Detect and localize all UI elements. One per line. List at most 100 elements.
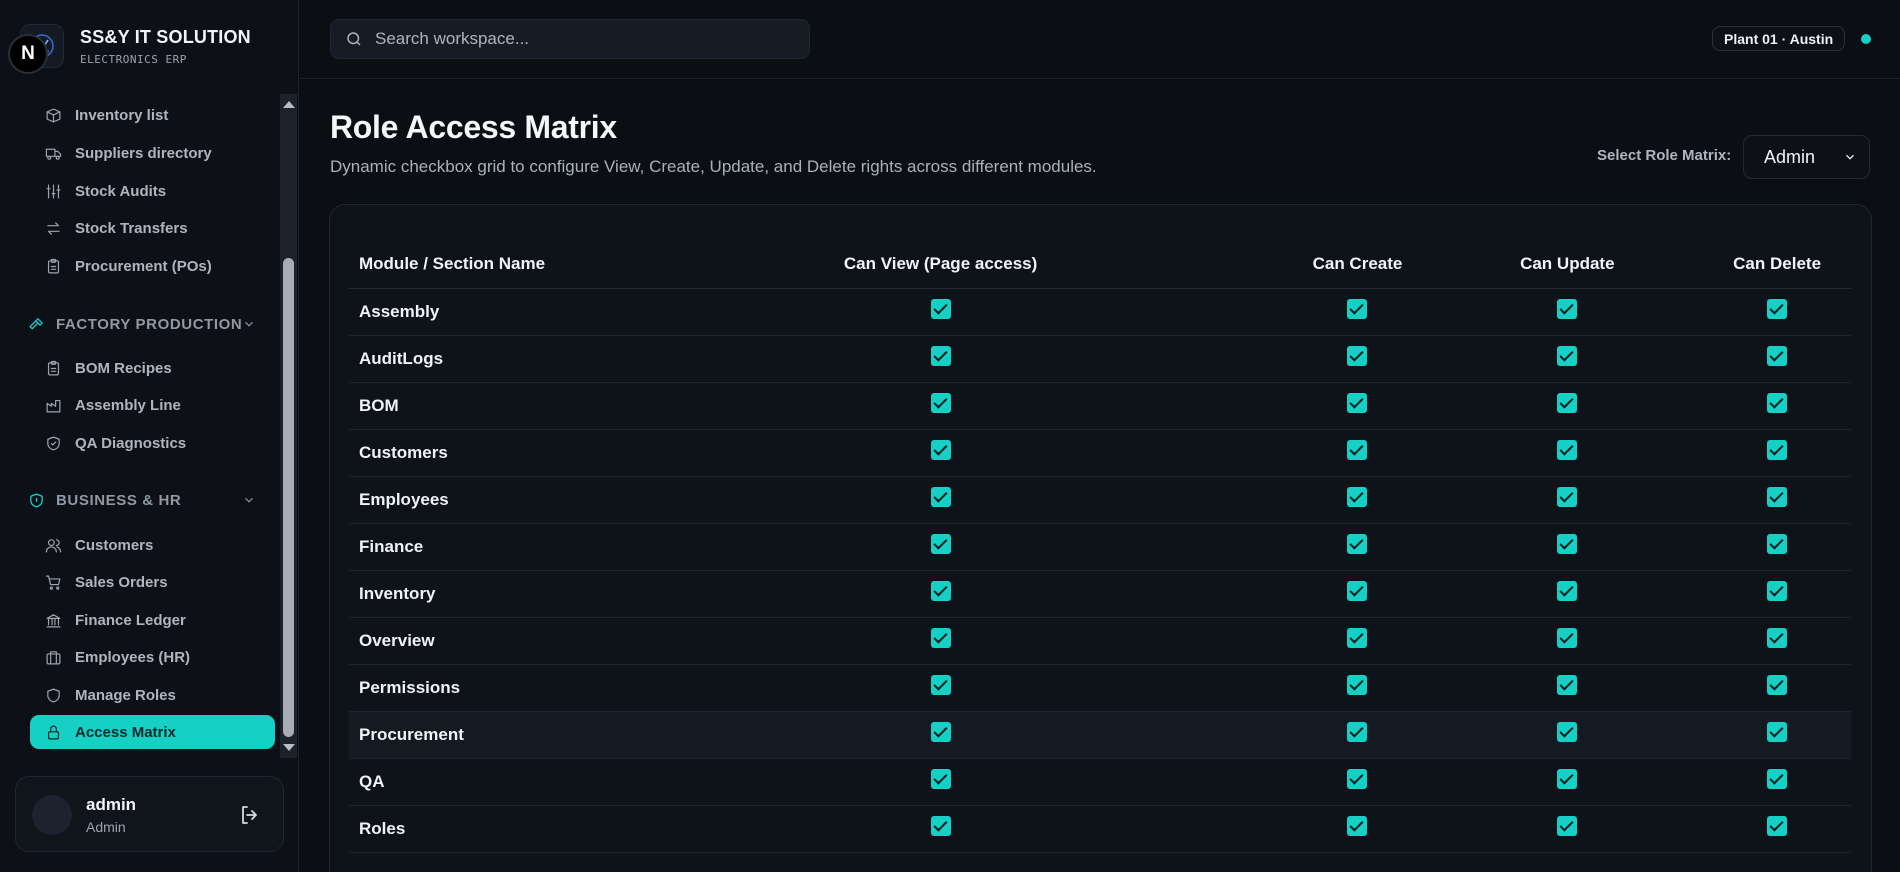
checkbox-delete[interactable] [1767, 440, 1788, 461]
checkbox-delete[interactable] [1767, 487, 1788, 508]
checkbox-create[interactable] [1347, 299, 1368, 320]
sidebar-item-procurement[interactable]: Procurement (POs) [30, 249, 275, 283]
sidebar-item-sales-orders[interactable]: Sales Orders [30, 565, 275, 599]
search-icon [347, 32, 361, 46]
checkbox-update[interactable] [1557, 346, 1578, 367]
table-header-row: Module / Section Name Can View (Page acc… [349, 241, 1851, 289]
checkbox-view[interactable] [930, 440, 951, 461]
sidebar-item-label: Manage Roles [75, 686, 176, 704]
checkbox-create[interactable] [1347, 534, 1368, 555]
checkbox-view[interactable] [930, 816, 951, 837]
checkbox-create[interactable] [1347, 675, 1368, 696]
package-icon [46, 108, 61, 122]
section-business-hr[interactable]: BUSINESS & HR [28, 485, 268, 515]
logout-icon[interactable] [238, 803, 262, 827]
checkbox-update[interactable] [1557, 299, 1578, 320]
cell-create [1283, 758, 1432, 806]
sidebar-item-employees[interactable]: Employees (HR) [30, 640, 275, 674]
cell-view [597, 382, 1284, 430]
checkbox-create[interactable] [1347, 581, 1368, 602]
sidebar-item-suppliers[interactable]: Suppliers directory [30, 136, 275, 170]
sidebar-item-customers[interactable]: Customers [30, 528, 275, 562]
checkbox-view[interactable] [930, 675, 951, 696]
checkbox-view[interactable] [930, 722, 951, 743]
checkbox-create[interactable] [1347, 393, 1368, 414]
checkbox-view[interactable] [930, 534, 951, 555]
sidebar-item-manage-roles[interactable]: Manage Roles [30, 678, 275, 712]
checkbox-delete[interactable] [1767, 581, 1788, 602]
checkbox-create[interactable] [1347, 722, 1368, 743]
sidebar-item-inventory-list[interactable]: Inventory list [30, 98, 275, 132]
sidebar-item-stock-transfers[interactable]: Stock Transfers [30, 211, 275, 245]
search-box[interactable] [330, 19, 810, 59]
checkbox-delete[interactable] [1767, 346, 1788, 367]
checkbox-update[interactable] [1557, 722, 1578, 743]
cell-delete [1703, 429, 1851, 477]
cart-icon [45, 575, 61, 590]
checkbox-delete[interactable] [1767, 299, 1788, 320]
sidebar-item-stock-audits[interactable]: Stock Audits [30, 174, 275, 208]
checkbox-delete[interactable] [1767, 393, 1788, 414]
cell-view [597, 758, 1284, 806]
checkbox-update[interactable] [1557, 487, 1578, 508]
sidebar-scrollbar[interactable] [280, 94, 297, 758]
scroll-thumb[interactable] [283, 258, 294, 737]
hammer-icon [29, 317, 43, 329]
checkbox-update[interactable] [1557, 440, 1578, 461]
checkbox-view[interactable] [930, 487, 951, 508]
cell-view [597, 288, 1284, 336]
sidebar-item-finance-ledger[interactable]: Finance Ledger [30, 603, 275, 637]
checkbox-create[interactable] [1347, 769, 1368, 790]
checkbox-update[interactable] [1557, 675, 1578, 696]
access-matrix-table: Module / Section Name Can View (Page acc… [349, 241, 1851, 853]
checkbox-delete[interactable] [1767, 816, 1788, 837]
checkbox-delete[interactable] [1767, 722, 1788, 743]
plant-badge[interactable]: Plant 01 · Austin [1712, 26, 1846, 51]
checkbox-create[interactable] [1347, 628, 1368, 649]
checkbox-view[interactable] [930, 581, 951, 602]
checkbox-delete[interactable] [1767, 769, 1788, 790]
checkbox-create[interactable] [1347, 440, 1368, 461]
checkbox-update[interactable] [1557, 628, 1578, 649]
matrix-body: Assembly AuditLogs BOM Customers Employees Fi… [349, 288, 1851, 853]
checkbox-create[interactable] [1347, 346, 1368, 367]
checkbox-view[interactable] [930, 346, 951, 367]
checkbox-view[interactable] [930, 769, 951, 790]
sidebar-nav: Inventory list Suppliers directory Stock… [0, 96, 280, 756]
role-select[interactable]: Admin [1743, 135, 1870, 179]
checkbox-update[interactable] [1557, 581, 1578, 602]
scroll-down-arrow[interactable] [283, 744, 295, 751]
sidebar-item-qa-diagnostics[interactable]: QA Diagnostics [30, 426, 275, 460]
lock-icon [47, 725, 60, 739]
sidebar-item-access-matrix[interactable]: Access Matrix [30, 715, 275, 749]
n-badge[interactable]: N [8, 34, 48, 74]
checkbox-delete[interactable] [1767, 534, 1788, 555]
chevron-down-icon [245, 321, 253, 327]
checkbox-delete[interactable] [1767, 675, 1788, 696]
scroll-up-arrow[interactable] [283, 101, 295, 108]
cell-create [1283, 570, 1432, 618]
checkbox-update[interactable] [1557, 816, 1578, 837]
sidebar-item-label: BOM Recipes [75, 359, 172, 377]
checkbox-view[interactable] [930, 628, 951, 649]
checkbox-update[interactable] [1557, 534, 1578, 555]
section-factory-production[interactable]: FACTORY PRODUCTION [28, 309, 268, 339]
checkbox-view[interactable] [930, 393, 951, 414]
sidebar-item-bom-recipes[interactable]: BOM Recipes [30, 351, 275, 385]
search-input[interactable] [375, 29, 795, 49]
avatar[interactable] [32, 795, 72, 835]
table-row: Finance [349, 523, 1851, 571]
sidebar-item-label: QA Diagnostics [75, 434, 187, 452]
brand[interactable]: SS&Y IT SOLUTION ELECTRONICS ERP [20, 24, 251, 68]
checkbox-create[interactable] [1347, 487, 1368, 508]
checkbox-create[interactable] [1347, 816, 1368, 837]
checkbox-view[interactable] [930, 299, 951, 320]
checkbox-update[interactable] [1557, 769, 1578, 790]
column-header-create: Can Create [1283, 241, 1432, 289]
sidebar-item-label: Procurement (POs) [75, 257, 212, 275]
topbar: Plant 01 · Austin [300, 0, 1900, 79]
checkbox-update[interactable] [1557, 393, 1578, 414]
cell-create [1283, 335, 1432, 383]
checkbox-delete[interactable] [1767, 628, 1788, 649]
sidebar-item-assembly-line[interactable]: Assembly Line [30, 388, 275, 422]
